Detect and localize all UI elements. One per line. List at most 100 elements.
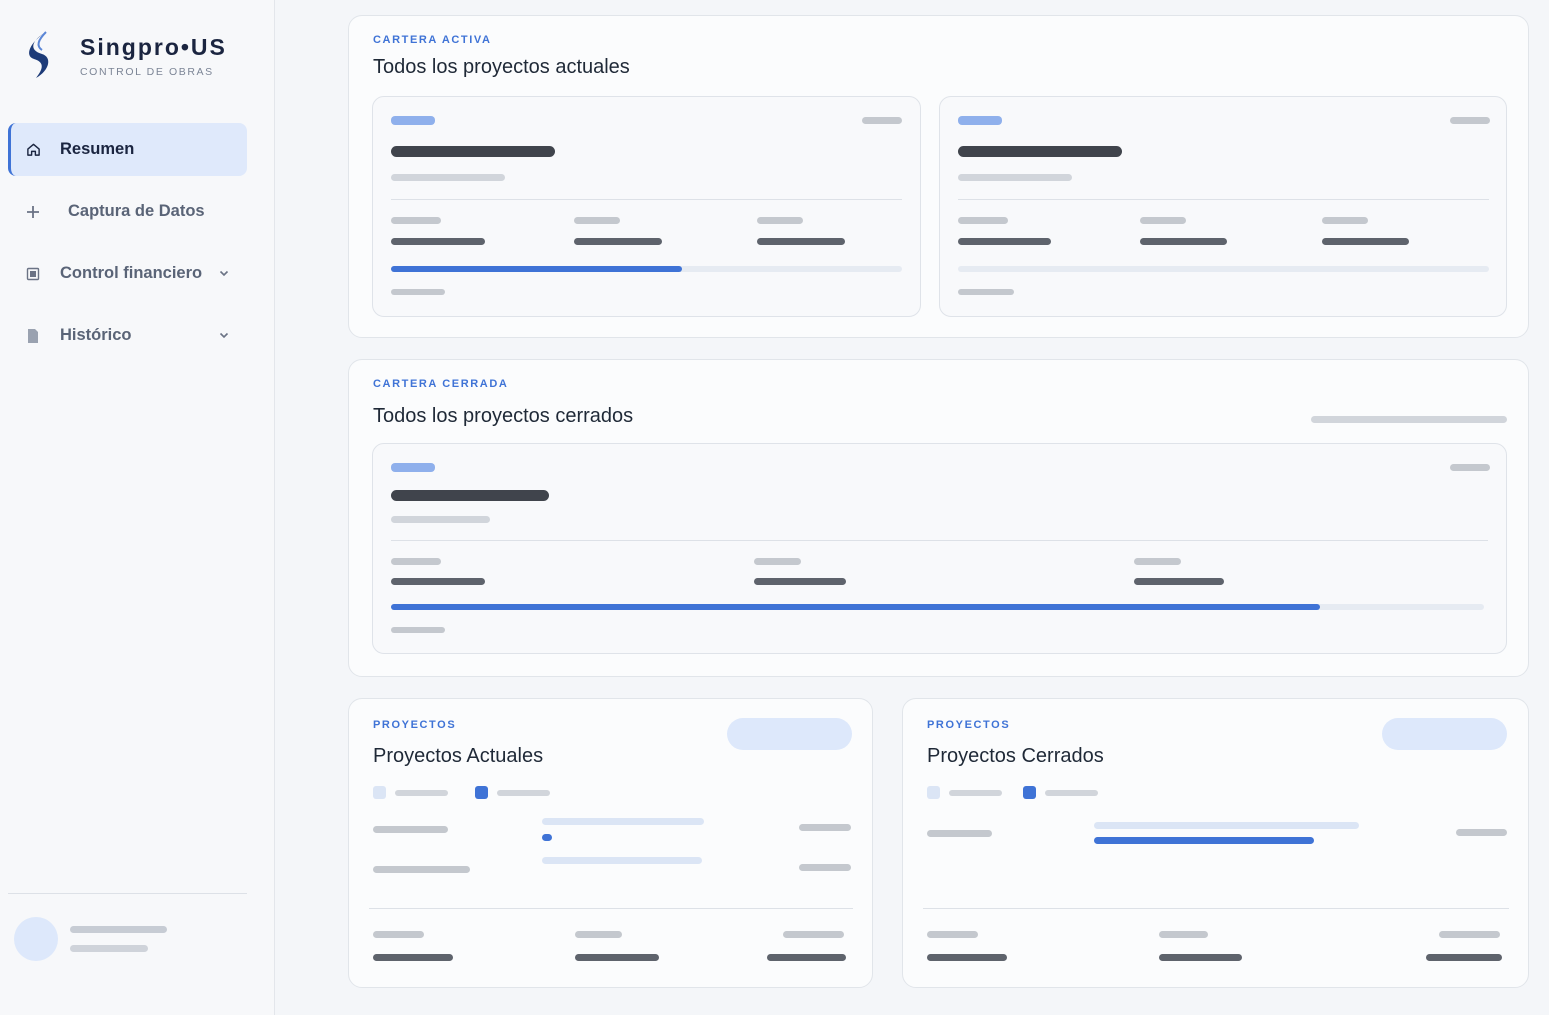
card-divider: [391, 540, 1488, 541]
section-title: Todos los proyectos actuales: [373, 56, 630, 78]
date-placeholder: [1450, 117, 1490, 124]
current-projects-panel: PROYECTOS Proyectos Actuales: [348, 698, 873, 988]
metric-value-placeholder: [391, 238, 485, 245]
brand-logo-icon: [29, 31, 49, 78]
progress-label-placeholder: [391, 289, 445, 295]
metric-label-placeholder: [754, 558, 801, 565]
legend-label-placeholder: [395, 790, 448, 796]
metric-label-placeholder: [391, 558, 441, 565]
sidebar-item-captura-de-datos[interactable]: Captura de Datos: [8, 185, 247, 238]
panel-divider: [369, 908, 853, 909]
progress-bar: [958, 266, 1489, 272]
legend-swatch-planned: [373, 786, 386, 799]
filter-pill[interactable]: [727, 718, 852, 750]
sidebar-divider: [8, 893, 247, 894]
progress-bar: [391, 604, 1484, 610]
progress-fill: [391, 266, 683, 272]
filter-pill[interactable]: [1382, 718, 1507, 750]
wallet-icon: [24, 265, 42, 283]
sidebar-item-historico[interactable]: Histórico: [8, 309, 247, 362]
chevron-down-icon[interactable]: [217, 328, 231, 342]
metric-label-placeholder: [757, 217, 803, 224]
progress-label-placeholder: [958, 289, 1014, 295]
section-eyebrow: CARTERA ACTIVA: [373, 34, 492, 46]
project-name-placeholder: [958, 146, 1122, 157]
brand[interactable]: Singpro•US CONTROL DE OBRAS: [24, 30, 227, 80]
home-icon: [24, 141, 42, 159]
row-value-placeholder: [799, 824, 851, 831]
date-placeholder: [862, 117, 902, 124]
sidebar-item-label: Control financiero: [60, 264, 203, 282]
brand-name: Singpro•US: [80, 34, 227, 60]
summary-value-placeholder: [1426, 954, 1502, 961]
closed-portfolio-panel: CARTERA CERRADA Todos los proyectos cerr…: [348, 359, 1529, 677]
summary-value-placeholder: [1159, 954, 1242, 961]
project-meta-placeholder: [391, 174, 505, 181]
metric-value-placeholder: [1140, 238, 1227, 245]
metric-label-placeholder: [1322, 217, 1368, 224]
plus-icon: [24, 203, 42, 221]
row-value-placeholder: [1456, 829, 1507, 836]
sidebar-nav: Resumen Captura de Datos Control financi…: [8, 123, 247, 371]
summary-label-placeholder: [783, 931, 844, 938]
summary-value-placeholder: [373, 954, 453, 961]
sidebar-item-resumen[interactable]: Resumen: [8, 123, 247, 176]
sidebar-item-label: Histórico: [60, 326, 132, 344]
summary-label-placeholder: [1439, 931, 1500, 938]
row-label-placeholder: [373, 866, 470, 873]
project-meta-placeholder: [958, 174, 1072, 181]
active-portfolio-panel: CARTERA ACTIVA Todos los proyectos actua…: [348, 15, 1529, 338]
project-card[interactable]: [372, 443, 1507, 654]
project-card[interactable]: [939, 96, 1507, 317]
metric-value-placeholder: [757, 238, 845, 245]
status-badge: [391, 116, 435, 125]
metric-label-placeholder: [391, 217, 441, 224]
card-divider: [391, 199, 902, 200]
project-meta-placeholder: [391, 516, 490, 523]
metric-label-placeholder: [1134, 558, 1181, 565]
actual-bar: [1094, 837, 1314, 844]
date-placeholder: [1450, 464, 1490, 471]
section-eyebrow: PROYECTOS: [927, 719, 1011, 731]
section-title: Todos los proyectos cerrados: [373, 405, 634, 427]
section-eyebrow: PROYECTOS: [373, 719, 457, 731]
summary-value-placeholder: [927, 954, 1007, 961]
legend-swatch-actual: [475, 786, 488, 799]
section-title: Proyectos Cerrados: [927, 745, 1104, 767]
row-label-placeholder: [373, 826, 448, 833]
row-label-placeholder: [927, 830, 992, 837]
avatar[interactable]: [14, 917, 58, 961]
sidebar-item-label: Resumen: [60, 140, 135, 158]
panel-divider: [923, 908, 1509, 909]
metric-value-placeholder: [1322, 238, 1409, 245]
metric-label-placeholder: [958, 217, 1008, 224]
metric-label-placeholder: [1140, 217, 1186, 224]
user-name-placeholder: [70, 926, 167, 933]
metric-value-placeholder: [958, 238, 1051, 245]
summary-value-placeholder: [767, 954, 846, 961]
user-role-placeholder: [70, 945, 148, 952]
metric-value-placeholder: [1134, 578, 1224, 585]
sidebar-item-label: Captura de Datos: [68, 202, 205, 220]
row-value-placeholder: [799, 864, 851, 871]
project-card[interactable]: [372, 96, 921, 317]
summary-label-placeholder: [927, 931, 978, 938]
legend-label-placeholder: [497, 790, 550, 796]
sidebar: Singpro•US CONTROL DE OBRAS Resumen Capt…: [0, 0, 275, 1015]
section-summary-placeholder: [1311, 416, 1507, 423]
summary-label-placeholder: [1159, 931, 1208, 938]
planned-bar: [1094, 822, 1359, 829]
chevron-down-icon[interactable]: [217, 266, 231, 280]
progress-fill: [391, 604, 1321, 610]
sidebar-item-control-financiero[interactable]: Control financiero: [8, 247, 247, 300]
progress-bar: [391, 266, 902, 272]
user-profile[interactable]: [14, 917, 167, 961]
metric-value-placeholder: [754, 578, 846, 585]
status-badge: [391, 463, 435, 472]
status-badge: [958, 116, 1002, 125]
metric-label-placeholder: [574, 217, 620, 224]
progress-label-placeholder: [391, 627, 445, 633]
legend-label-placeholder: [1045, 790, 1098, 796]
section-eyebrow: CARTERA CERRADA: [373, 378, 509, 390]
document-icon: [24, 327, 42, 345]
